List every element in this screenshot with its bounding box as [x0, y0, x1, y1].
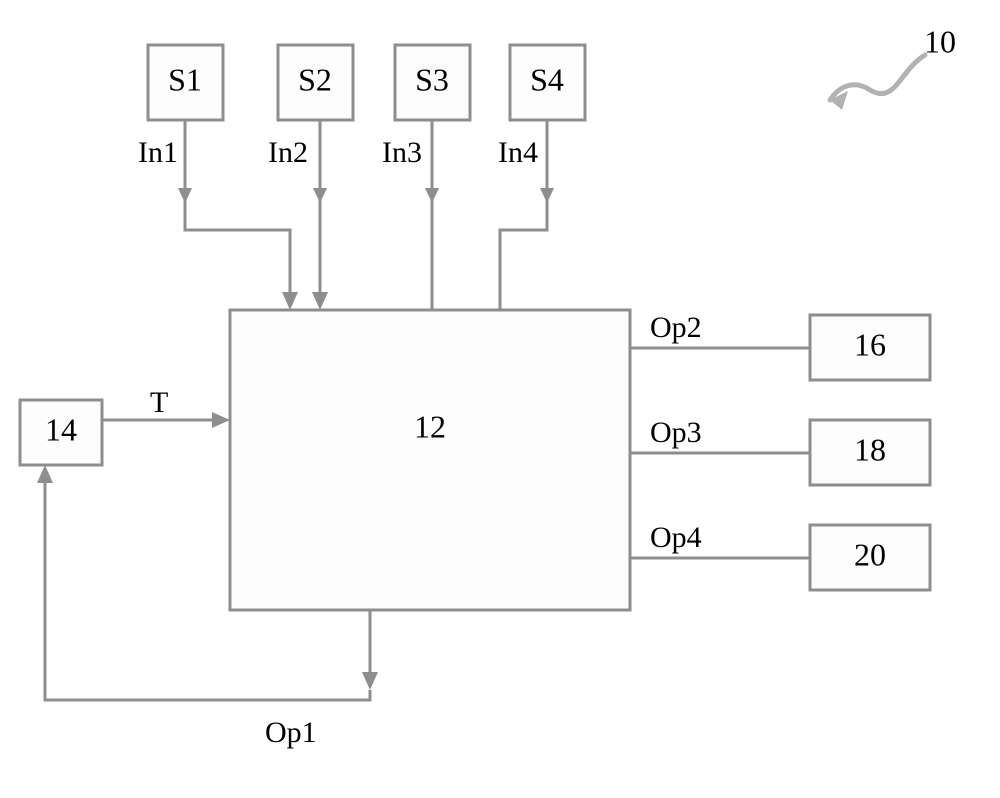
node-s1: S1: [148, 45, 223, 120]
edge-in2-label: In2: [268, 136, 308, 169]
edge-t-arrowhead: [212, 412, 230, 428]
node-s4: S4: [510, 45, 585, 120]
edge-in4-label: In4: [498, 136, 538, 169]
edge-in4-tick: [540, 188, 554, 203]
edge-t-label: T: [150, 386, 168, 419]
node-r3-label: 20: [854, 536, 886, 572]
node-left: 14: [20, 400, 102, 465]
node-s3: S3: [395, 45, 470, 120]
node-r1: 16: [810, 315, 930, 380]
edge-op3-label: Op3: [650, 416, 702, 449]
node-main: 12: [230, 310, 630, 610]
node-left-label: 14: [45, 411, 77, 447]
node-r1-label: 16: [854, 326, 886, 362]
node-s2-label: S2: [298, 61, 332, 97]
figure-label: 10: [924, 23, 956, 59]
edge-in2-tick: [313, 188, 327, 203]
node-s1-label: S1: [168, 61, 202, 97]
edge-op4-label: Op4: [650, 521, 702, 554]
edge-in1-arrowhead: [282, 292, 298, 310]
edge-in2-arrowhead: [312, 292, 328, 310]
node-r3: 20: [810, 525, 930, 590]
node-s2: S2: [278, 45, 353, 120]
edge-in1-tick: [178, 188, 192, 203]
edge-op1-label: Op1: [265, 716, 317, 749]
node-r2-label: 18: [854, 431, 886, 467]
edge-op2-label: Op2: [650, 311, 702, 344]
node-s4-label: S4: [530, 61, 564, 97]
edge-in3-tick: [425, 188, 439, 203]
node-r2: 18: [810, 420, 930, 485]
edge-op1-arrowhead: [362, 672, 378, 690]
edge-in3-label: In3: [382, 136, 422, 169]
node-s3-label: S3: [415, 61, 449, 97]
edge-feedback-arrowhead: [37, 465, 53, 483]
node-main-label: 12: [414, 408, 446, 444]
edge-in1-label: In1: [138, 136, 178, 169]
block-diagram: 10 S1 S2 S3 S4 12 14 16 18 20 I: [0, 0, 1000, 798]
